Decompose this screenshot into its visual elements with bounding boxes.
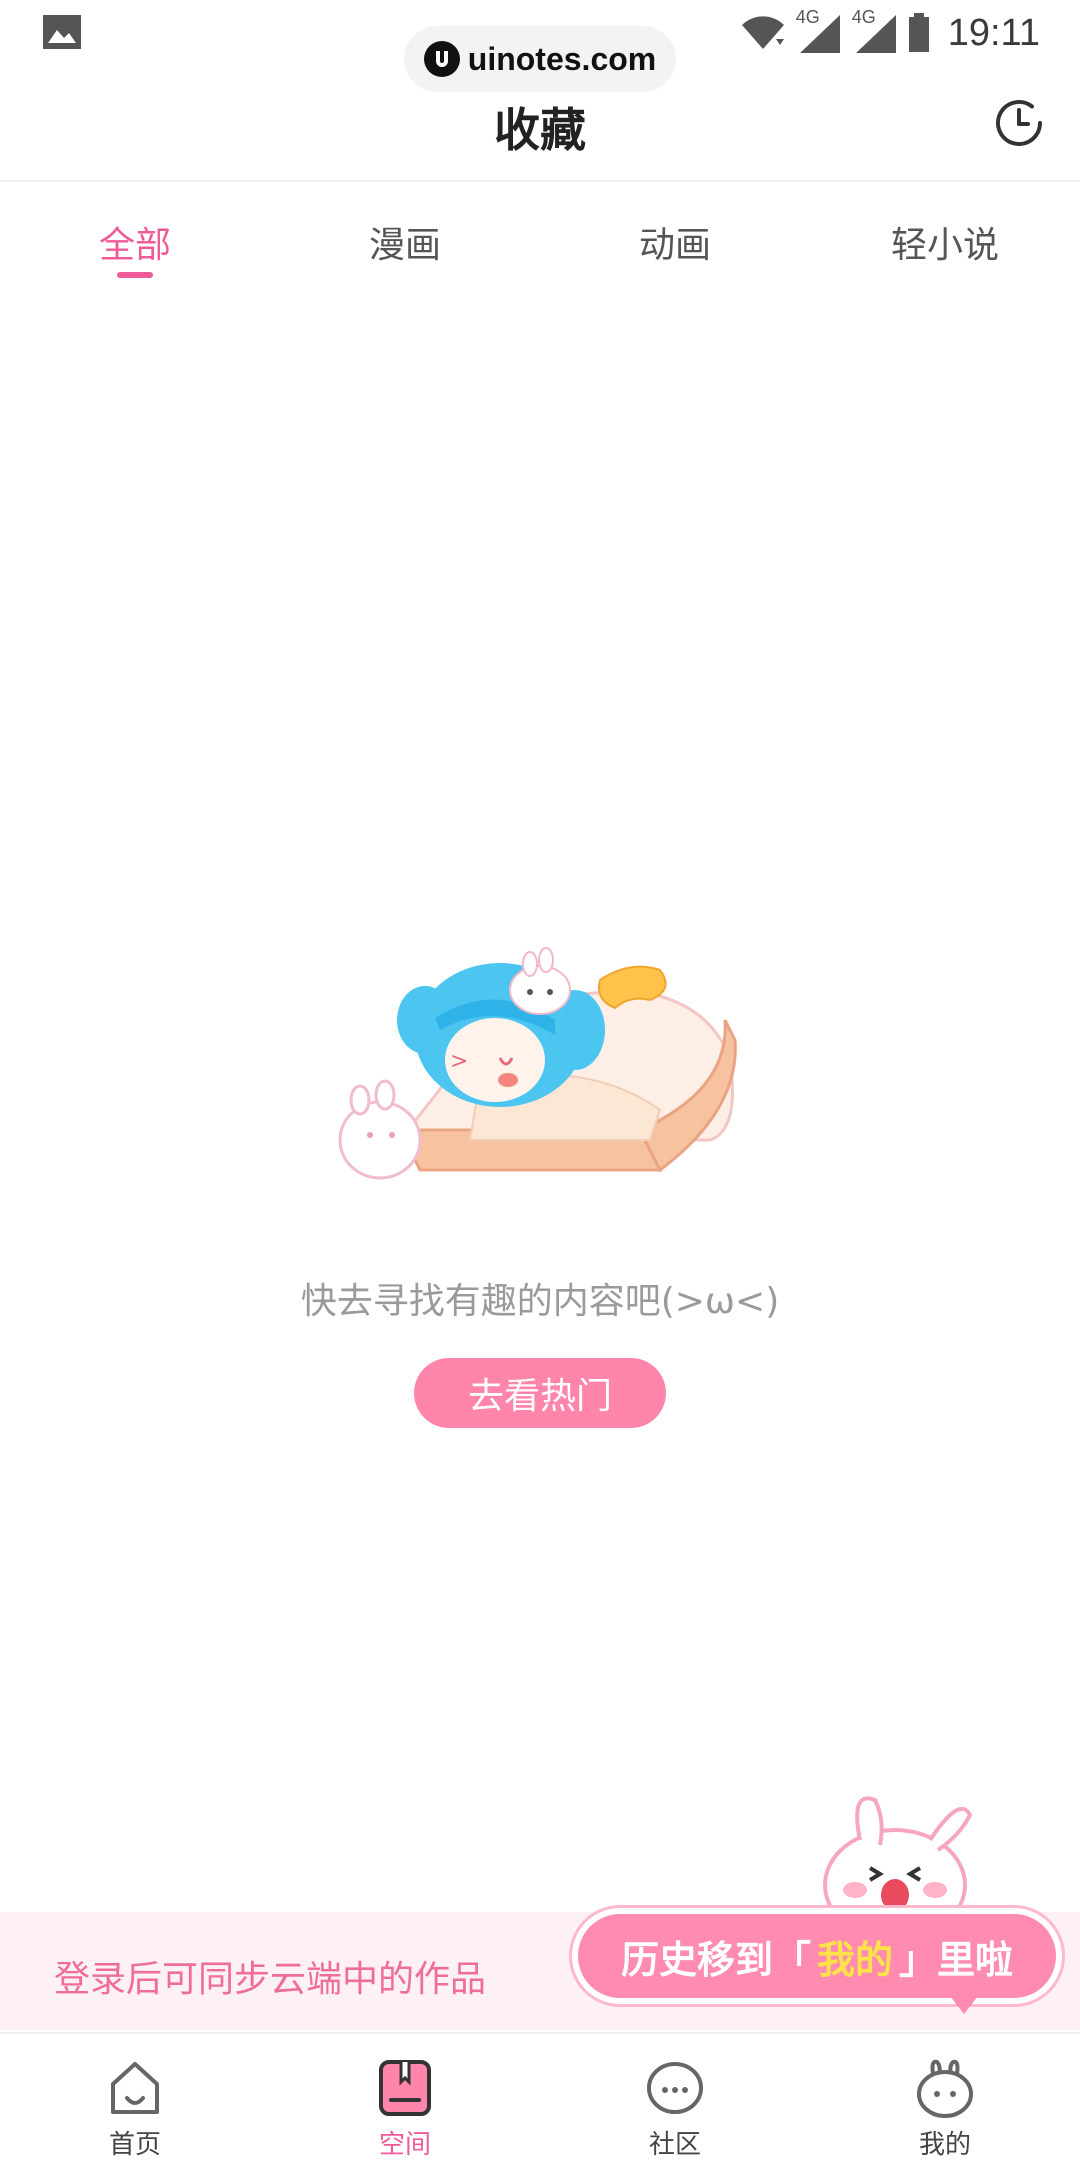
bottom-nav: 首页 空间 社区 我的 [0, 2032, 1080, 2160]
svg-text:>: > [450, 1049, 468, 1074]
tab-anime[interactable]: 动画 [540, 216, 810, 268]
nav-item-space[interactable]: 空间 [270, 2034, 540, 2160]
history-tip-bubble: 历史移到 「 我的 」 里啦 [572, 1908, 1062, 2004]
signal-icon: 4G [796, 7, 842, 55]
page-header: 收藏 [0, 66, 1080, 182]
nav-label-community: 社区 [648, 2130, 701, 2160]
empty-state-illustration: > [338, 947, 737, 1180]
nav-item-home[interactable]: 首页 [0, 2034, 270, 2160]
bunny-icon [917, 2059, 973, 2118]
tip-open-bracket: 「 [772, 1937, 811, 1982]
tip-suffix: 里啦 [937, 1937, 1014, 1982]
browse-popular-button[interactable]: 去看热门 [414, 1358, 666, 1428]
nav-item-community[interactable]: 社区 [540, 2034, 810, 2160]
tip-highlight: 我的 [816, 1937, 893, 1982]
status-time: 19:11 [947, 11, 1040, 54]
category-tabs: 全部 漫画 动画 轻小说 [0, 182, 1080, 302]
active-tab-indicator [117, 272, 153, 278]
chat-icon [647, 2062, 703, 2114]
clock-icon[interactable] [990, 94, 1048, 152]
home-icon [111, 2062, 159, 2114]
battery-icon [908, 13, 929, 52]
tab-light-novels[interactable]: 轻小说 [810, 216, 1080, 268]
wifi-icon [741, 16, 784, 49]
tab-all[interactable]: 全部 [0, 216, 270, 268]
signal-icon-2: 4G [852, 7, 898, 55]
tip-prefix: 历史移到 [620, 1937, 773, 1982]
login-sync-text: 登录后可同步云端中的作品 [54, 1959, 487, 2000]
tip-close-bracket: 」 [899, 1937, 938, 1982]
page-title: 收藏 [494, 103, 586, 157]
bookmark-icon [379, 2060, 431, 2116]
gallery-icon [43, 15, 81, 49]
history-moved-tooltip[interactable]: 历史移到 「 我的 」 里啦 [560, 1790, 1080, 2030]
nav-item-me[interactable]: 我的 [810, 2034, 1080, 2160]
nav-label-space: 空间 [378, 2130, 431, 2160]
status-icons: 4G 4G 19:11 [740, 7, 1040, 58]
empty-state-message: 快去寻找有趣的内容吧(>ω<) [300, 1281, 780, 1322]
tab-comics[interactable]: 漫画 [270, 216, 540, 268]
nav-label-home: 首页 [108, 2130, 161, 2160]
tip-tail [950, 1996, 978, 2014]
nav-label-me: 我的 [918, 2130, 971, 2160]
